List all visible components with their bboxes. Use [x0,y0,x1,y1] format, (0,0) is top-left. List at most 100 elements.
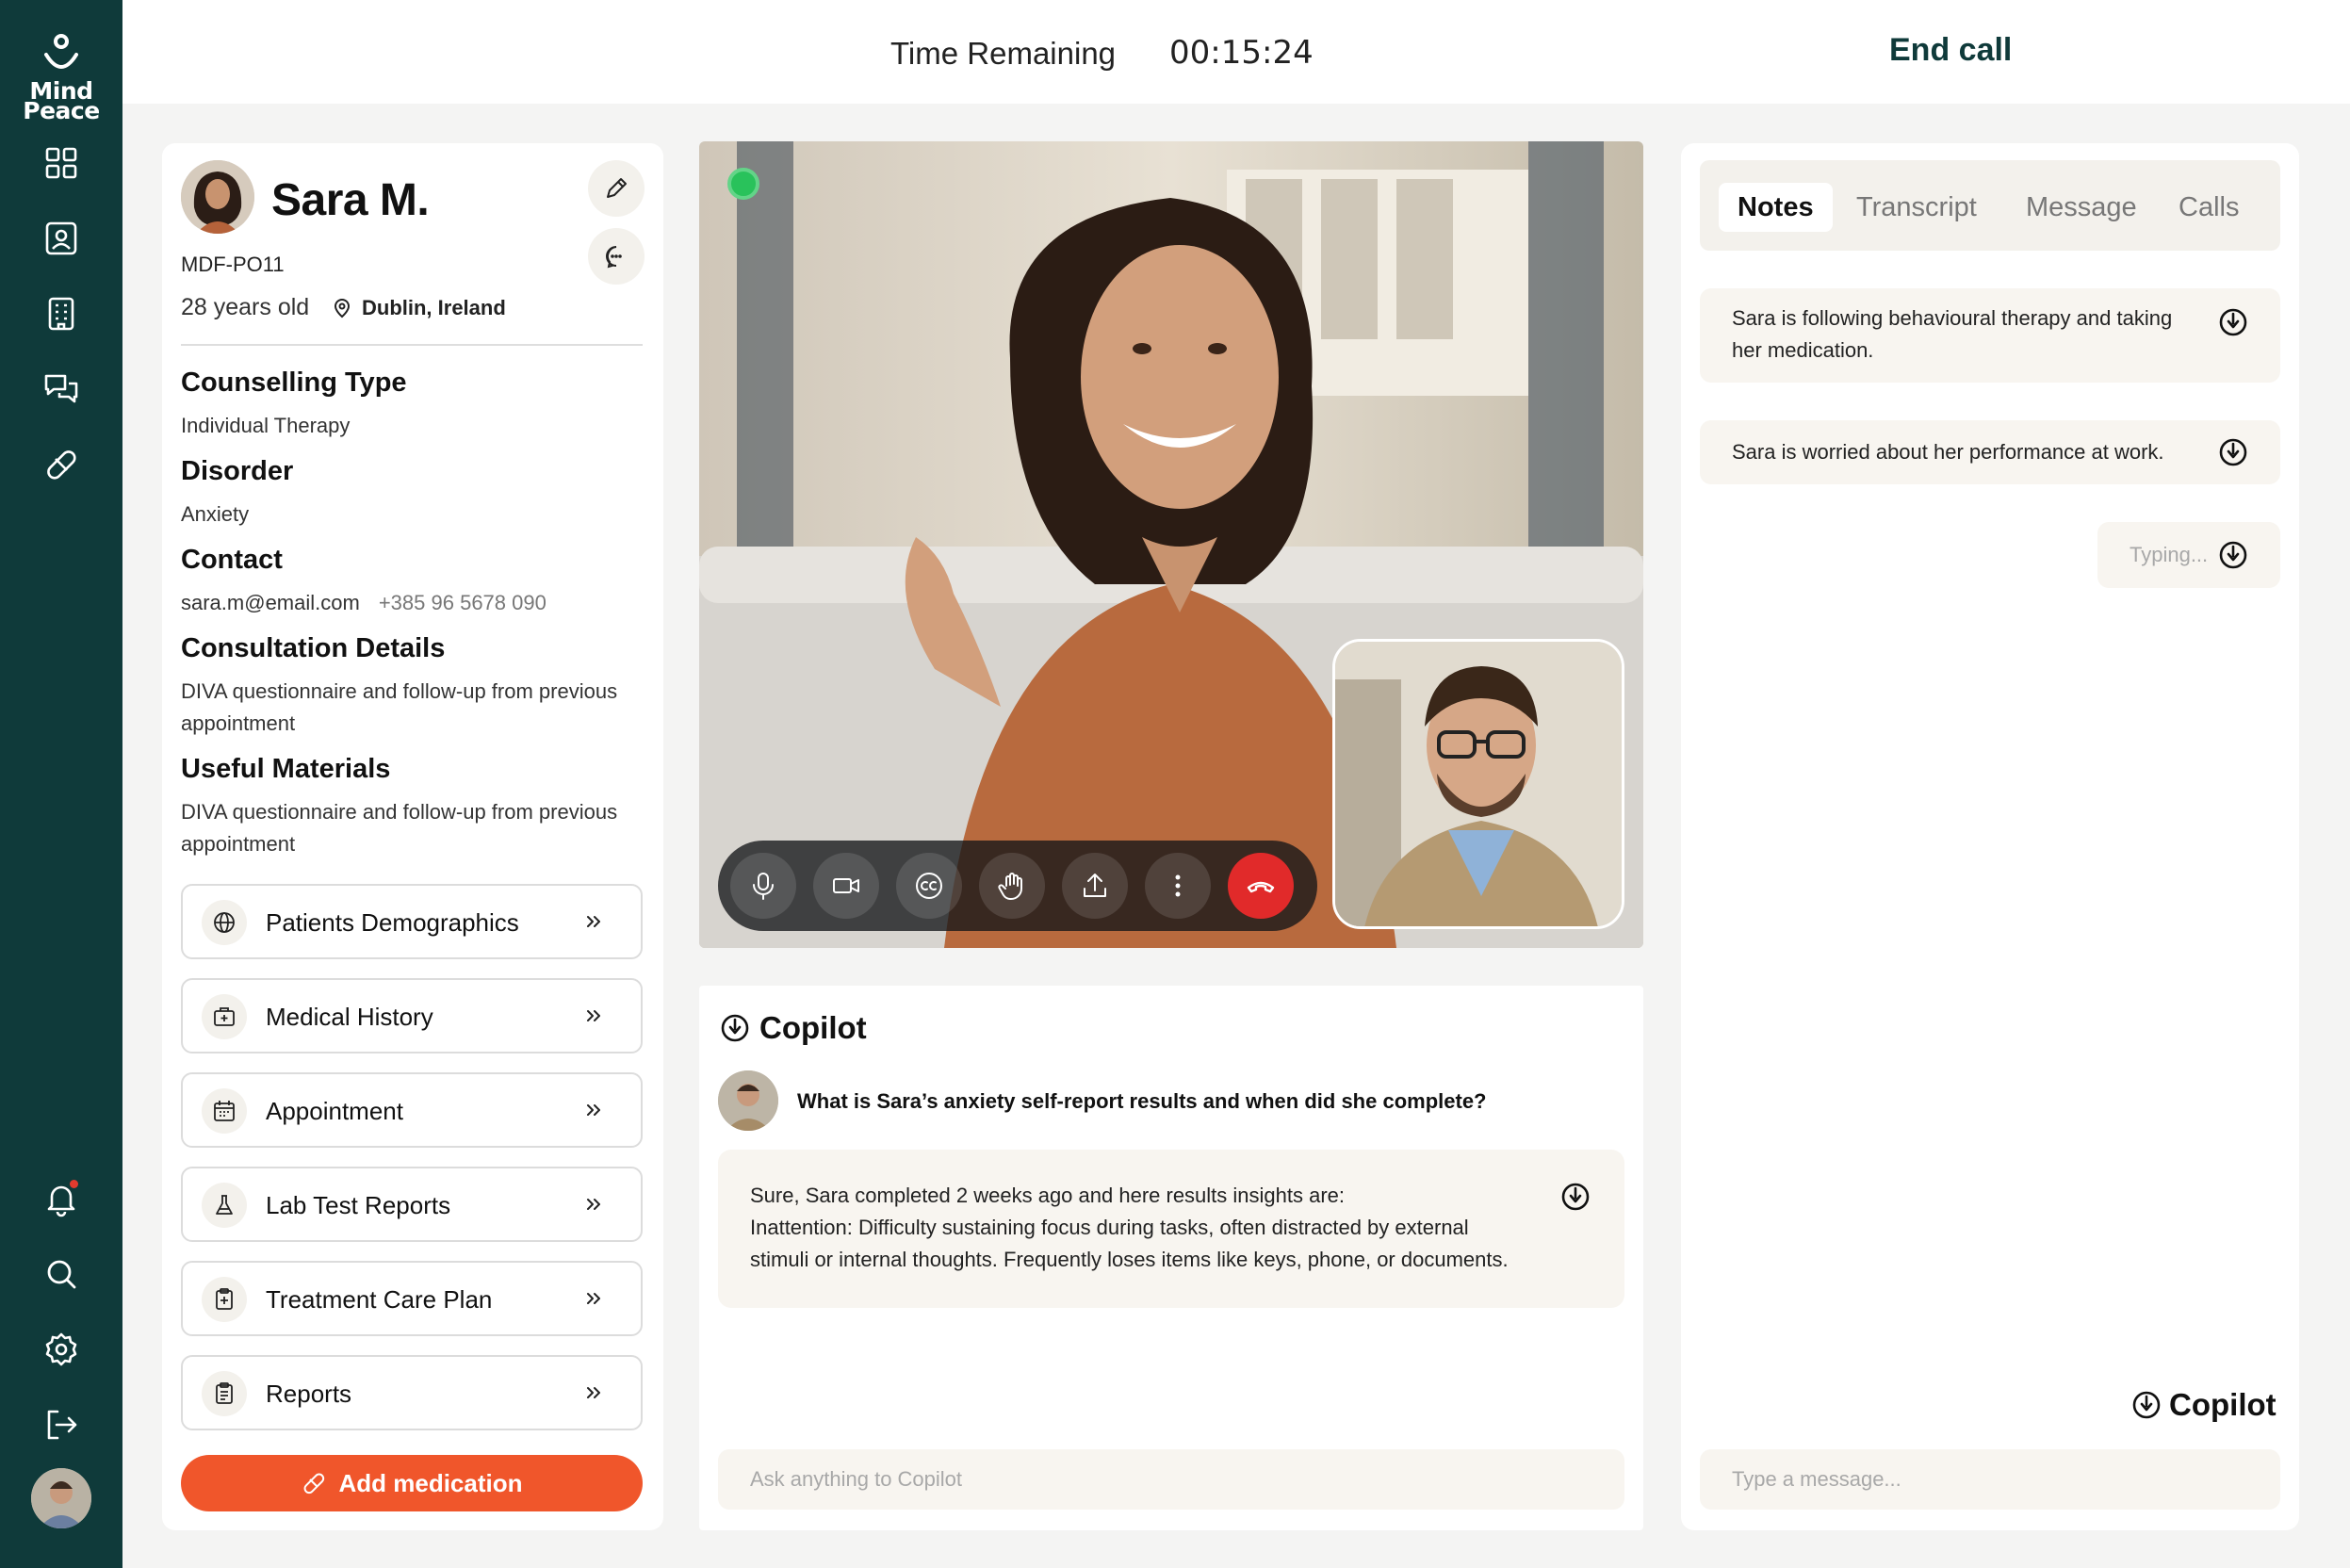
chevrons-right-icon [587,1104,600,1116]
pencil-icon [607,178,627,198]
useful-materials-value: DIVA questionnaire and follow-up from pr… [181,800,618,856]
contact-phone[interactable]: +385 96 5678 090 [379,591,547,614]
globe-icon [202,900,247,945]
add-medication-label: Add medication [338,1468,523,1497]
chevrons-right-icon [587,1010,600,1021]
microphone-button[interactable] [730,853,796,919]
copilot-title-text: Copilot [759,1010,867,1045]
patient-panel: Sara M. MDF-PO11 28 years old Dublin, Ir… [162,143,663,1530]
patients-icon[interactable] [42,220,80,257]
link-appointment[interactable]: Appointment [181,1072,643,1148]
time-remaining-value: 00:15:24 [1169,34,1314,72]
typing-text: Typing... [2130,543,2209,566]
more-options-button[interactable] [1145,853,1211,919]
consultation-details-heading: Consultation Details [181,633,446,663]
dashboard-icon[interactable] [42,144,80,182]
typing-indicator: Typing... [2097,522,2280,588]
link-label: Patients Demographics [266,908,519,937]
copilot-label[interactable]: Copilot [2131,1387,2277,1423]
link-lab-test-reports[interactable]: Lab Test Reports [181,1167,643,1242]
clipboard-list-icon [202,1371,247,1416]
time-remaining-label: Time Remaining [890,36,1117,71]
captions-button[interactable] [896,853,962,919]
more-vertical-icon [1175,874,1181,897]
tab-calls[interactable]: Calls [2179,183,2239,232]
counselling-type-heading: Counselling Type [181,368,407,398]
user-avatar[interactable] [31,1468,91,1528]
map-pin-icon [334,299,351,318]
note-item[interactable]: Sara is worried about her performance at… [1700,420,2280,484]
panel-tabs: Notes Transcript Message Calls [1700,160,2280,251]
top-bar: Time Remaining 00:15:24 End call [122,0,2350,104]
patient-location: Dublin, Ireland [332,296,506,320]
phone-hangup-icon [1247,881,1275,893]
copilot-icon[interactable] [2218,307,2248,337]
share-screen-button[interactable] [1062,853,1128,919]
link-reports[interactable]: Reports [181,1355,643,1430]
building-icon[interactable] [42,295,80,333]
call-controls [718,841,1317,931]
chevrons-right-icon [587,1293,600,1304]
chevrons-right-icon [587,1387,600,1398]
copilot-icon[interactable] [1560,1182,1591,1212]
video-call[interactable] [699,141,1643,948]
doctor-avatar [718,1070,778,1131]
tab-notes[interactable]: Notes [1719,183,1833,232]
logout-icon[interactable] [42,1406,80,1444]
contact-details: sara.m@email.com +385 96 5678 090 [181,587,643,619]
link-treatment-care-plan[interactable]: Treatment Care Plan [181,1261,643,1336]
copilot-icon[interactable] [2218,437,2248,467]
contact-email[interactable]: sara.m@email.com [181,591,360,614]
link-label: Treatment Care Plan [266,1285,493,1314]
patient-id: MDF-PO11 [181,253,285,276]
hand-icon [998,873,1022,900]
link-label: Lab Test Reports [266,1191,451,1219]
raise-hand-button[interactable] [979,853,1045,919]
contact-heading: Contact [181,545,283,575]
link-medical-history[interactable]: Medical History [181,978,643,1054]
notification-dot [70,1180,78,1188]
message-button[interactable] [588,228,645,285]
counselling-type-value: Individual Therapy [181,414,351,437]
copilot-icon [2219,541,2247,569]
patient-name: Sara M. [271,175,430,225]
patient-age: 28 years old [181,294,310,320]
note-item[interactable]: Sara is following behavioural therapy an… [1700,288,2280,383]
calendar-icon [202,1088,247,1134]
end-call-button[interactable]: End call [1889,32,2012,69]
link-patients-demographics[interactable]: Patients Demographics [181,884,643,959]
patient-avatar [181,160,254,234]
camera-button[interactable] [813,853,879,919]
closed-captions-icon [916,873,942,899]
chat-bubble-icon [606,246,622,269]
search-icon[interactable] [42,1255,80,1293]
microphone-icon [753,873,774,900]
pill-icon [304,1473,325,1494]
gear-icon[interactable] [42,1331,80,1368]
link-label: Appointment [266,1097,403,1125]
link-label: Reports [266,1380,352,1408]
note-text: Sara is worried about her performance at… [1732,440,2164,464]
video-camera-icon [833,878,859,893]
tab-message[interactable]: Message [2026,183,2137,232]
live-indicator [727,168,759,200]
app-logo[interactable]: Mind Peace [0,34,122,122]
profile-divider [181,344,643,346]
doctor-video-pip[interactable] [1332,639,1624,929]
add-medication-button[interactable]: Add medication [181,1455,643,1511]
copilot-icon [721,1014,749,1042]
message-input[interactable] [1700,1449,2280,1510]
chevrons-right-icon [587,916,600,927]
hang-up-button[interactable] [1228,853,1294,919]
copilot-icon [2132,1391,2161,1419]
lotus-icon [44,34,78,69]
tab-transcript[interactable]: Transcript [1856,183,1977,232]
useful-materials-heading: Useful Materials [181,754,391,784]
ask-copilot-input[interactable] [718,1449,1624,1510]
consultation-details-value: DIVA questionnaire and follow-up from pr… [181,679,618,735]
disorder-heading: Disorder [181,456,294,486]
bell-icon[interactable] [42,1180,80,1217]
edit-button[interactable] [588,160,645,217]
chat-icon[interactable] [42,370,80,408]
pill-icon[interactable] [42,446,80,483]
